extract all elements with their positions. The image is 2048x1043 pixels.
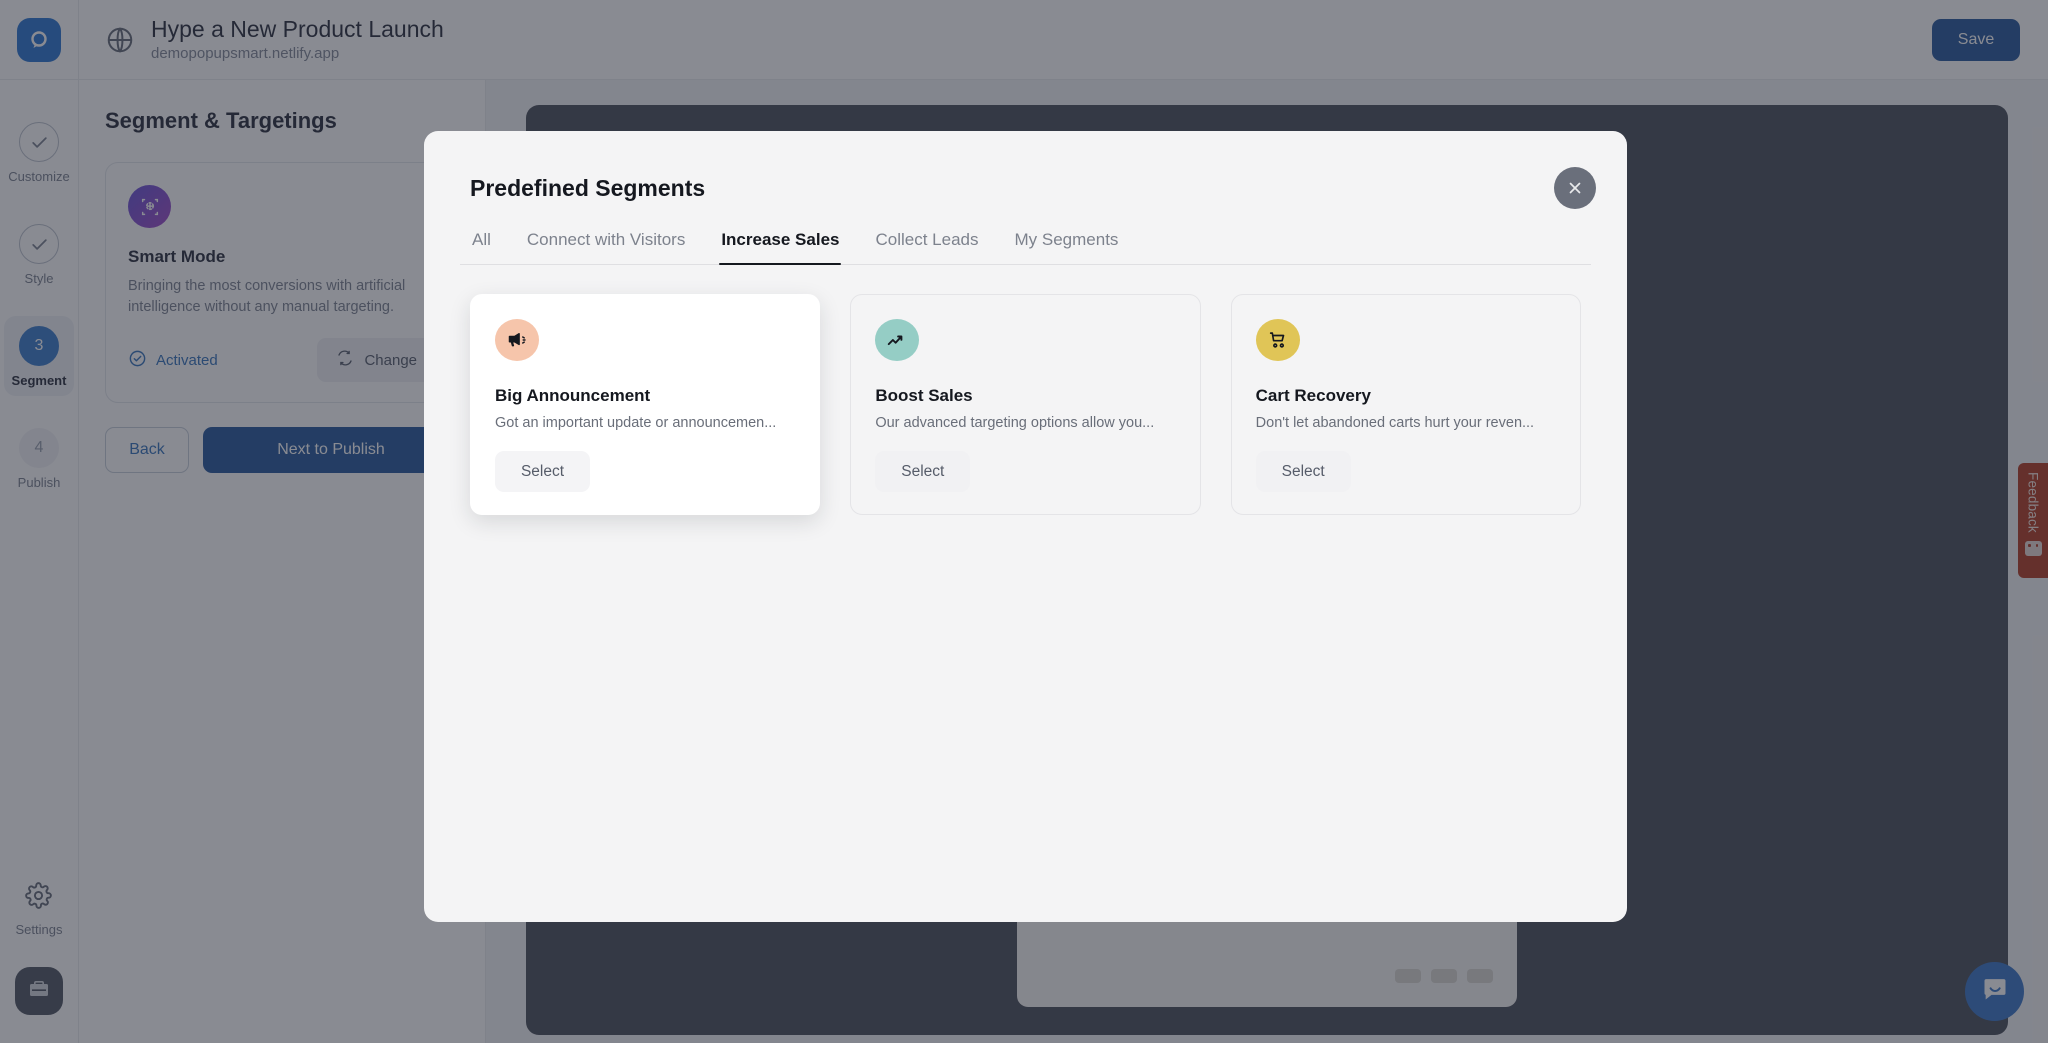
tab-increase-sales[interactable]: Increase Sales bbox=[719, 230, 842, 265]
segment-card-description: Our advanced targeting options allow you… bbox=[875, 414, 1155, 431]
megaphone-icon bbox=[495, 319, 539, 361]
segment-card-boost-sales[interactable]: Boost Sales Our advanced targeting optio… bbox=[850, 294, 1201, 515]
segment-card-title: Big Announcement bbox=[495, 385, 651, 405]
trending-up-icon bbox=[875, 319, 920, 361]
segment-card-title: Boost Sales bbox=[875, 385, 973, 405]
tab-my-segments[interactable]: My Segments bbox=[1013, 230, 1121, 264]
tab-collect-leads[interactable]: Collect Leads bbox=[873, 230, 980, 264]
select-button[interactable]: Select bbox=[495, 451, 590, 492]
select-button[interactable]: Select bbox=[875, 451, 971, 492]
shopping-cart-icon bbox=[1255, 319, 1300, 361]
tab-all[interactable]: All bbox=[470, 230, 493, 264]
segment-card-title: Cart Recovery bbox=[1255, 385, 1371, 405]
tab-connect-with-visitors[interactable]: Connect with Visitors bbox=[525, 230, 687, 264]
segment-category-tabs: All Connect with Visitors Increase Sales… bbox=[460, 230, 1591, 265]
app-root: Hype a New Product Launch demopopupsmart… bbox=[0, 0, 2048, 1043]
segment-card-list: Big Announcement Got an important update… bbox=[460, 265, 1591, 515]
segment-card-description: Got an important update or announcemen..… bbox=[495, 414, 777, 431]
modal-title: Predefined Segments bbox=[470, 175, 706, 201]
predefined-segments-modal: Predefined Segments All Connect with Vis… bbox=[424, 131, 1627, 922]
segment-card-cart-recovery[interactable]: Cart Recovery Don't let abandoned carts … bbox=[1230, 294, 1581, 515]
select-button[interactable]: Select bbox=[1255, 451, 1351, 492]
close-icon[interactable] bbox=[1554, 167, 1596, 209]
segment-card-description: Don't let abandoned carts hurt your reve… bbox=[1255, 414, 1535, 431]
segment-card-big-announcement[interactable]: Big Announcement Got an important update… bbox=[470, 294, 821, 515]
